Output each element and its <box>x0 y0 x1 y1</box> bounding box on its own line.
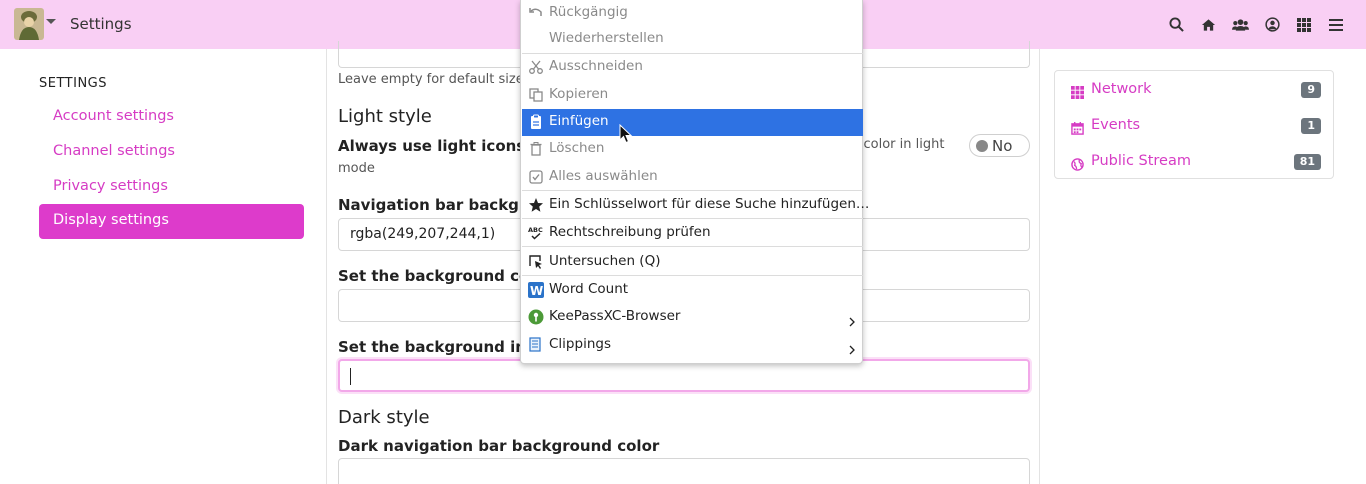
spellcheck-icon: ABC <box>528 225 544 241</box>
menu-item-clippings[interactable]: Clippings <box>522 332 863 358</box>
menu-item-paste[interactable]: Einfügen <box>522 109 863 136</box>
menu-separator <box>522 190 863 191</box>
menu-item-delete[interactable]: Löschen <box>522 136 863 162</box>
users-icon[interactable] <box>1224 0 1256 49</box>
menu-item-label: Rechtschreibung prüfen <box>549 224 711 240</box>
bg-color-label: Set the background colo <box>338 267 545 285</box>
chevron-right-icon <box>849 312 855 327</box>
menu-item-cut[interactable]: Ausschneiden <box>522 54 863 80</box>
context-menu: Rückgängig Wiederherstellen Ausschneiden… <box>520 0 869 364</box>
menu-separator <box>522 246 863 247</box>
user-circle-icon[interactable] <box>1256 0 1288 49</box>
nav-bg-color-value: rgba(249,207,244,1) <box>350 226 496 242</box>
sidebar-item-channel-settings[interactable]: Channel settings <box>53 143 175 159</box>
network-label: Network <box>1091 81 1152 97</box>
chevron-right-icon <box>849 340 855 355</box>
svg-text:ABC: ABC <box>528 226 543 234</box>
light-icons-help-continued: mode <box>338 161 375 176</box>
sidebar-heading: SETTINGS <box>39 76 108 91</box>
menu-item-keepassxc[interactable]: KeePassXC-Browser <box>522 304 863 330</box>
dark-style-heading: Dark style <box>338 407 430 428</box>
menu-item-label: Einfügen <box>549 113 609 129</box>
avatar-dropdown-caret[interactable] <box>46 19 56 24</box>
menu-item-spellcheck[interactable]: ABC Rechtschreibung prüfen <box>522 220 863 246</box>
keepassxc-icon <box>528 309 544 325</box>
sidebar-item-public-stream[interactable]: Public Stream 81 <box>1071 153 1321 173</box>
sidebar-item-label: Display settings <box>53 212 169 228</box>
trash-icon <box>528 141 544 157</box>
sidebar-item-network[interactable]: Network 9 <box>1071 81 1321 101</box>
events-count-badge: 1 <box>1301 118 1321 134</box>
menu-item-label: Ein Schlüsselwort für diese Suche hinzuf… <box>549 196 870 212</box>
search-icon[interactable] <box>1160 0 1192 49</box>
events-label: Events <box>1091 117 1141 133</box>
dark-nav-bg-label: Dark navigation bar background color <box>338 437 660 455</box>
scissors-icon <box>528 59 544 75</box>
network-count-badge: 9 <box>1301 82 1321 98</box>
clipboard-icon <box>528 114 544 130</box>
menu-item-label: Alles auswählen <box>549 168 658 184</box>
sidebar-item-display-settings[interactable]: Display settings <box>39 204 304 239</box>
menu-item-copy[interactable]: Kopieren <box>522 82 863 108</box>
menu-item-add-keyword[interactable]: Ein Schlüsselwort für diese Suche hinzuf… <box>522 192 869 218</box>
menu-icon[interactable] <box>1320 0 1352 49</box>
light-style-heading: Light style <box>338 106 432 127</box>
toggle-label: No <box>992 137 1013 155</box>
globe-icon <box>1071 156 1084 175</box>
menu-separator <box>522 218 863 219</box>
toggle-knob <box>976 140 988 152</box>
bg-image-label: Set the background ima <box>338 338 541 356</box>
sidebar-item-account-settings[interactable]: Account settings <box>53 108 174 124</box>
menu-item-redo[interactable]: Wiederherstellen <box>522 26 863 52</box>
calendar-icon <box>1071 120 1084 139</box>
grid-icon <box>1071 84 1084 103</box>
undo-icon <box>528 5 544 21</box>
menu-item-inspect[interactable]: Untersuchen (Q) <box>522 249 863 275</box>
page-title: Settings <box>70 15 132 33</box>
nav-bg-label: Navigation bar backgro <box>338 196 537 214</box>
apps-grid-icon[interactable] <box>1288 0 1320 49</box>
menu-item-label: Rückgängig <box>549 4 628 20</box>
menu-item-undo[interactable]: Rückgängig <box>522 0 863 26</box>
menu-item-label: Word Count <box>549 281 629 297</box>
sidebar-item-events[interactable]: Events 1 <box>1071 117 1321 137</box>
menu-item-label: Untersuchen (Q) <box>549 253 661 269</box>
home-icon[interactable] <box>1192 0 1224 49</box>
public-stream-count-badge: 81 <box>1293 154 1321 170</box>
menu-item-label: Ausschneiden <box>549 58 643 74</box>
svg-text:W: W <box>530 284 543 298</box>
menu-item-select-all[interactable]: Alles auswählen <box>522 164 863 190</box>
mouse-cursor-icon <box>619 123 633 148</box>
menu-item-word-count[interactable]: W Word Count <box>522 277 863 303</box>
default-size-help: Leave empty for default size <box>338 72 524 87</box>
light-icons-help: r color in light <box>854 137 945 152</box>
light-icons-label: Always use light icons fo <box>338 137 548 155</box>
dark-nav-bg-color-input[interactable] <box>338 458 1030 484</box>
clippings-icon <box>528 337 544 353</box>
public-stream-label: Public Stream <box>1091 153 1191 169</box>
sidebar-item-privacy-settings[interactable]: Privacy settings <box>53 178 168 194</box>
menu-item-label: Wiederherstellen <box>549 30 664 46</box>
menu-item-label: Kopieren <box>549 86 609 102</box>
select-all-icon <box>528 169 544 185</box>
text-caret <box>350 368 351 385</box>
right-sidebar-widget: Network 9 Events 1 Public Stream 81 <box>1054 70 1334 179</box>
light-icons-toggle[interactable]: No <box>969 134 1030 157</box>
inspect-icon <box>528 254 544 270</box>
copy-icon <box>528 87 544 103</box>
menu-separator <box>522 275 863 276</box>
star-icon <box>528 197 544 213</box>
navbar-icons <box>1160 0 1352 49</box>
menu-item-label: Löschen <box>549 140 605 156</box>
menu-item-label: KeePassXC-Browser <box>549 308 681 324</box>
avatar[interactable] <box>14 8 44 40</box>
word-count-icon: W <box>528 282 544 298</box>
menu-item-label: Clippings <box>549 336 611 352</box>
